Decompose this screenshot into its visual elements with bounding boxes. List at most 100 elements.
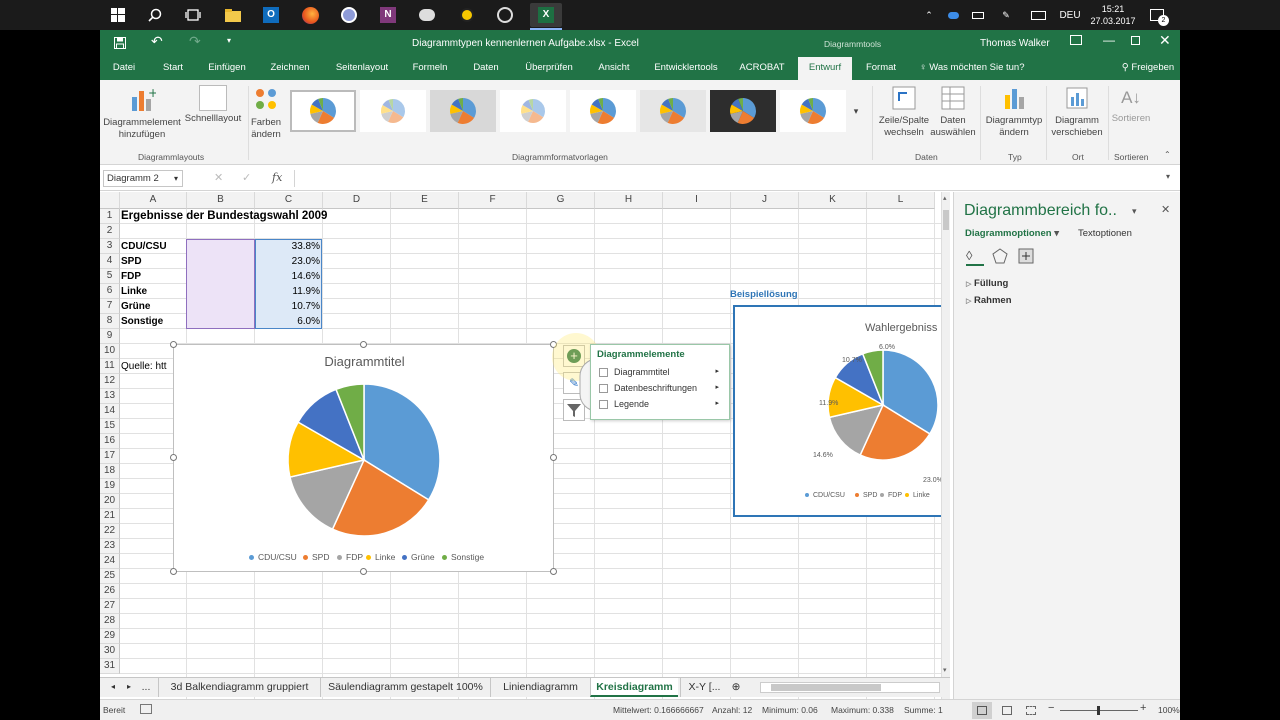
status-count[interactable]: Anzahl: 12 <box>712 705 752 715</box>
row-header-10[interactable]: 10 <box>100 344 120 359</box>
sheet-tab-line[interactable]: Liniendiagramm <box>490 678 590 697</box>
language-indicator[interactable]: DEU <box>1057 0 1083 30</box>
zoom-slider-thumb[interactable] <box>1097 706 1100 715</box>
redo-icon[interactable]: ↷ <box>189 33 201 50</box>
chevron-right-icon[interactable]: ▸ <box>715 383 719 391</box>
cloud-icon[interactable] <box>944 0 962 30</box>
horizontal-scroll-thumb[interactable] <box>771 684 881 691</box>
tab-einfuegen[interactable]: Einfügen <box>204 57 250 80</box>
pen-icon[interactable]: ✎ <box>996 0 1016 30</box>
file-explorer-icon[interactable] <box>221 3 245 27</box>
row-header-9[interactable]: 9 <box>100 329 120 344</box>
undo-icon[interactable]: ↶ <box>151 33 163 50</box>
qat-customize-icon[interactable]: ▾ <box>227 36 231 45</box>
fill-line-icon[interactable]: ◊ <box>966 248 984 266</box>
cell-party[interactable]: Sonstige <box>121 314 163 329</box>
status-maximum[interactable]: Maximum: 0.338 <box>831 705 894 715</box>
source-cell[interactable]: Quelle: htt <box>121 359 167 374</box>
normal-view-icon[interactable] <box>972 702 992 719</box>
cell-value[interactable]: 14.6% <box>255 269 320 284</box>
row-header-12[interactable]: 12 <box>100 374 120 389</box>
legend-item-sonstige[interactable]: Sonstige <box>442 552 484 562</box>
excel-icon[interactable]: X <box>530 3 562 27</box>
collapse-ribbon-icon[interactable]: ⌃ <box>1164 150 1171 159</box>
cell-value[interactable]: 11.9% <box>255 284 320 299</box>
row-header-3[interactable]: 3 <box>100 239 120 254</box>
tab-ueberpruefen[interactable]: Überprüfen <box>520 57 578 80</box>
chart-style-1[interactable] <box>290 90 356 132</box>
column-header-d[interactable]: D <box>323 192 391 209</box>
tab-chart-options[interactable]: Diagrammoptionen ▾ <box>965 228 1059 239</box>
resize-handle[interactable] <box>170 341 177 348</box>
sheet-tab-xy[interactable]: X-Y [... <box>680 678 728 697</box>
row-header-26[interactable]: 26 <box>100 584 120 599</box>
chart-style-2[interactable] <box>360 90 426 132</box>
sheet-tab-stacked-column[interactable]: Säulendiagramm gestapelt 100% <box>320 678 490 697</box>
share-button[interactable]: ⚲ Freigeben <box>1116 57 1180 80</box>
flyout-item-datenbeschriftungen[interactable]: Datenbeschriftungen ▸ <box>599 383 723 397</box>
cell-value[interactable]: 6.0% <box>255 314 320 329</box>
user-name[interactable]: Thomas Walker <box>980 38 1050 49</box>
row-header-25[interactable]: 25 <box>100 569 120 584</box>
scroll-down-icon[interactable]: ▾ <box>943 666 947 674</box>
chart-style-8[interactable] <box>780 90 846 132</box>
maximize-icon[interactable] <box>1131 36 1140 45</box>
switch-row-column-button[interactable]: Zeile/Spalte wechseln <box>876 85 932 139</box>
onenote-icon[interactable]: N <box>376 3 400 27</box>
flyout-checkbox[interactable] <box>599 400 608 410</box>
row-header-22[interactable]: 22 <box>100 524 120 539</box>
outlook-icon[interactable]: O <box>259 3 283 27</box>
zoom-level[interactable]: 100% <box>1158 705 1180 715</box>
column-header-f[interactable]: F <box>459 192 527 209</box>
chart-style-3[interactable] <box>430 90 496 132</box>
tab-daten[interactable]: Daten <box>468 57 504 80</box>
chart-style-6[interactable] <box>640 90 706 132</box>
resize-handle[interactable] <box>170 454 177 461</box>
cell-value[interactable]: 10.7% <box>255 299 320 314</box>
function-icon[interactable]: fx <box>272 171 282 184</box>
tab-entwicklertools[interactable]: Entwicklertools <box>650 57 722 80</box>
column-header-j[interactable]: J <box>731 192 799 209</box>
tab-acrobat[interactable]: ACROBAT <box>738 57 786 80</box>
formula-input[interactable] <box>294 170 1174 187</box>
add-chart-element-button[interactable]: + Diagrammelement hinzufügen <box>102 85 182 141</box>
move-chart-button[interactable]: Diagramm verschieben <box>1046 85 1108 139</box>
column-header-i[interactable]: I <box>663 192 731 209</box>
vertical-scroll-thumb[interactable] <box>943 210 949 230</box>
chevron-right-icon[interactable]: ▸ <box>715 399 719 407</box>
change-colors-button[interactable]: Farben ändern <box>246 85 286 141</box>
example-chart[interactable]: Wahlergebniss 23.0% 14.6% 11.9% 10.7% 6.0% C… <box>733 305 950 517</box>
tab-format[interactable]: Format <box>860 57 902 80</box>
zoom-slider[interactable] <box>1060 706 1138 715</box>
column-header-b[interactable]: B <box>187 192 255 209</box>
row-header-5[interactable]: 5 <box>100 269 120 284</box>
tab-formeln[interactable]: Formeln <box>408 57 452 80</box>
row-header-15[interactable]: 15 <box>100 419 120 434</box>
select-all-corner[interactable] <box>100 192 120 209</box>
zoom-in-icon[interactable]: + <box>1140 702 1146 714</box>
clock[interactable]: 15:21 27.03.2017 <box>1088 0 1138 30</box>
status-minimum[interactable]: Minimum: 0.06 <box>762 705 818 715</box>
change-chart-type-button[interactable]: Diagrammtyp ändern <box>982 85 1046 139</box>
chevron-up-icon[interactable]: ⌃ <box>920 0 938 30</box>
cell-party[interactable]: FDP <box>121 269 141 284</box>
column-header-h[interactable]: H <box>595 192 663 209</box>
resize-handle[interactable] <box>360 568 367 575</box>
app-icon[interactable] <box>415 3 439 27</box>
effects-icon[interactable] <box>992 248 1010 266</box>
row-header-1[interactable]: 1 <box>100 209 120 224</box>
row-header-13[interactable]: 13 <box>100 389 120 404</box>
page-break-view-icon[interactable] <box>1026 706 1036 715</box>
row-header-27[interactable]: 27 <box>100 599 120 614</box>
gallery-scroll-icon[interactable]: ▾ <box>850 90 862 132</box>
section-fill[interactable]: ▷ Füllung <box>966 278 1008 289</box>
legend-item-fdp[interactable]: FDP <box>337 552 363 562</box>
battery-icon[interactable] <box>968 0 988 30</box>
keepass-icon[interactable] <box>337 3 361 27</box>
flyout-item-diagrammtitel[interactable]: Diagrammtitel ▸ <box>599 367 723 381</box>
cell-party[interactable]: Linke <box>121 284 147 299</box>
chevron-right-icon[interactable]: ▸ <box>715 367 719 375</box>
notification-icon[interactable]: 2 <box>1146 0 1169 30</box>
size-properties-icon[interactable] <box>1018 248 1036 266</box>
status-average[interactable]: Mittelwert: 0.166666667 <box>613 705 704 715</box>
